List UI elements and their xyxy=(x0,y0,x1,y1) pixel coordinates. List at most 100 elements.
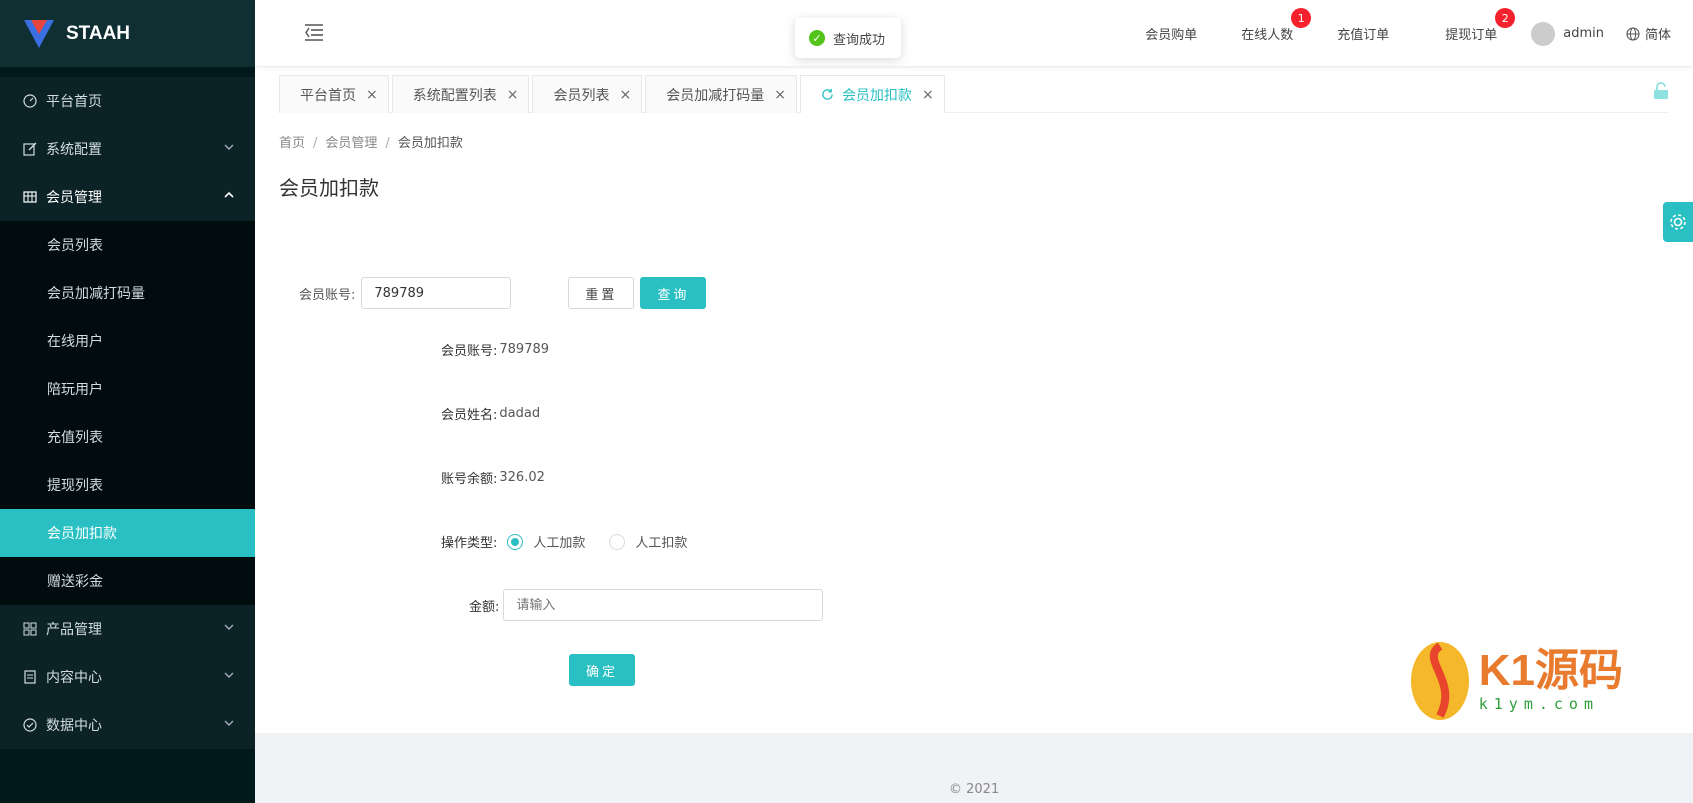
count-badge: 2 xyxy=(1495,8,1516,28)
chevron-down-icon xyxy=(224,720,234,726)
sidebar-item-recharge-list[interactable]: 充值列表 xyxy=(0,413,255,461)
tab-label: 会员加扣款 xyxy=(841,87,912,104)
tab-member-list[interactable]: 会员列表 × xyxy=(532,75,643,113)
breadcrumb-member-management[interactable]: 会员管理 xyxy=(325,136,377,151)
account-info-label: 会员账号: xyxy=(441,344,498,359)
reset-button[interactable]: 重置 xyxy=(568,277,635,309)
sidebar: STAAH 平台首页 系统配置 会员管理 会员列表 会员加减打码量 在线用户 陪… xyxy=(0,0,255,803)
username: admin xyxy=(1563,26,1604,41)
link-label: 会员购单 xyxy=(1145,28,1198,43)
table-icon xyxy=(22,189,38,205)
sidebar-item-label: 会员列表 xyxy=(47,238,103,254)
tab-label: 会员列表 xyxy=(553,87,610,104)
check-icon: ✓ xyxy=(809,30,825,46)
document-icon xyxy=(22,669,38,685)
link-withdraw-orders[interactable]: 提现订单 2 xyxy=(1445,8,1516,43)
language-switch[interactable]: 简体 xyxy=(1626,24,1671,43)
breadcrumb-current: 会员加扣款 xyxy=(397,136,463,151)
link-recharge-orders[interactable]: 充值订单 xyxy=(1337,24,1389,43)
sidebar-item-label: 会员加减打码量 xyxy=(47,286,145,302)
sidebar-item-companion-users[interactable]: 陪玩用户 xyxy=(0,365,255,413)
close-icon[interactable]: × xyxy=(922,87,934,103)
radio-label: 人工扣款 xyxy=(635,536,688,551)
tab-label: 系统配置列表 xyxy=(412,87,497,104)
settings-button[interactable] xyxy=(1663,202,1693,242)
chevron-down-icon xyxy=(224,144,234,150)
sidebar-item-data-center[interactable]: 数据中心 xyxy=(0,701,255,749)
sidebar-item-label: 充值列表 xyxy=(47,430,103,446)
close-icon[interactable]: × xyxy=(619,87,631,103)
sidebar-item-label: 会员加扣款 xyxy=(47,526,117,542)
sidebar-item-label: 系统配置 xyxy=(46,142,102,158)
amount-row: 金额: xyxy=(469,589,824,621)
sidebar-item-withdraw-list[interactable]: 提现列表 xyxy=(0,461,255,509)
sidebar-item-member-bet-adjust[interactable]: 会员加减打码量 xyxy=(0,269,255,317)
radio-manual-add[interactable]: 人工加款 xyxy=(507,532,585,551)
menu-fold-icon[interactable] xyxy=(303,22,325,42)
refresh-icon[interactable] xyxy=(821,88,834,101)
avatar xyxy=(1531,21,1556,46)
sidebar-item-product-management[interactable]: 产品管理 xyxy=(0,605,255,653)
radio-label: 人工加款 xyxy=(533,536,586,551)
footer-copyright: © 2021 xyxy=(949,782,1000,797)
breadcrumb-home[interactable]: 首页 xyxy=(279,136,305,151)
sidebar-item-label: 会员管理 xyxy=(46,190,102,206)
top-links: 会员购单 在线人数 1 充值订单 提现订单 2 admin 简体 xyxy=(1145,0,1671,67)
sidebar-item-label: 数据中心 xyxy=(46,718,102,734)
logo[interactable]: STAAH xyxy=(0,0,255,67)
sidebar-item-content-center[interactable]: 内容中心 xyxy=(0,653,255,701)
query-button[interactable]: 查询 xyxy=(640,277,707,309)
grid-icon xyxy=(22,621,38,637)
sidebar-item-online-users[interactable]: 在线用户 xyxy=(0,317,255,365)
sidebar-item-dashboard[interactable]: 平台首页 xyxy=(0,77,255,125)
edit-icon xyxy=(22,141,38,157)
link-label: 在线人数 xyxy=(1241,28,1294,43)
operation-type-row: 操作类型: 人工加款 人工扣款 xyxy=(441,532,701,551)
link-label: 充值订单 xyxy=(1337,28,1390,43)
dashboard-icon xyxy=(22,93,38,109)
chevron-up-icon xyxy=(224,191,234,198)
sidebar-item-member-balance-adjust[interactable]: 会员加扣款 xyxy=(0,509,255,557)
sidebar-item-member-management[interactable]: 会员管理 xyxy=(0,173,255,221)
tab-system-config-list[interactable]: 系统配置列表 × xyxy=(391,75,530,113)
sidebar-item-label: 产品管理 xyxy=(46,622,102,638)
logo-icon xyxy=(24,19,54,48)
chevron-down-icon xyxy=(224,672,234,678)
tab-label: 平台首页 xyxy=(300,87,356,104)
sidebar-item-member-list[interactable]: 会员列表 xyxy=(0,221,255,269)
sidebar-item-label: 在线用户 xyxy=(47,334,103,350)
link-online-count[interactable]: 在线人数 1 xyxy=(1241,8,1312,43)
balance-info-label: 账号余额: xyxy=(441,472,498,487)
page-title: 会员加扣款 xyxy=(279,176,379,200)
account-info-value: 789789 xyxy=(499,342,550,357)
link-member-purchase[interactable]: 会员购单 xyxy=(1145,24,1197,43)
tab-dashboard[interactable]: 平台首页 × xyxy=(279,75,389,113)
close-icon[interactable]: × xyxy=(774,87,786,103)
user-menu[interactable]: admin xyxy=(1531,21,1604,46)
balance-row: 账号余额: 326.02 xyxy=(441,468,545,487)
close-icon[interactable]: × xyxy=(507,87,519,103)
toast-text: 查询成功 xyxy=(833,32,886,48)
radio-manual-deduct[interactable]: 人工扣款 xyxy=(609,532,687,551)
gear-icon xyxy=(1670,214,1686,230)
topbar: ✓ 查询成功 会员购单 在线人数 1 充值订单 提现订单 2 admin 简体 xyxy=(255,0,1693,67)
tab-member-bet-adjust[interactable]: 会员加减打码量 × xyxy=(645,75,797,113)
operation-type-label: 操作类型: xyxy=(441,536,498,551)
success-toast: ✓ 查询成功 xyxy=(795,18,902,58)
amount-input[interactable] xyxy=(503,589,824,621)
tab-member-balance-adjust[interactable]: 会员加扣款 × xyxy=(799,75,945,113)
globe-icon xyxy=(1626,26,1640,41)
sidebar-item-bonus-gift[interactable]: 赠送彩金 xyxy=(0,557,255,605)
tab-bar: 平台首页 × 系统配置列表 × 会员列表 × 会员加减打码量 × 会员加扣款 × xyxy=(279,75,1669,113)
radio-dot xyxy=(507,533,524,550)
confirm-button[interactable]: 确定 xyxy=(569,654,636,686)
tab-label: 会员加减打码量 xyxy=(666,87,765,104)
breadcrumb: 首页 / 会员管理 / 会员加扣款 xyxy=(279,136,463,151)
brand-name: STAAH xyxy=(66,22,131,44)
sidebar-item-system-config[interactable]: 系统配置 xyxy=(0,125,255,173)
search-row: 会员账号: 重置 查询 xyxy=(299,277,707,309)
unlock-icon[interactable] xyxy=(1653,82,1669,100)
watermark-title: K1源码 xyxy=(1478,646,1623,695)
account-search-input[interactable] xyxy=(361,277,512,309)
close-icon[interactable]: × xyxy=(366,87,378,103)
